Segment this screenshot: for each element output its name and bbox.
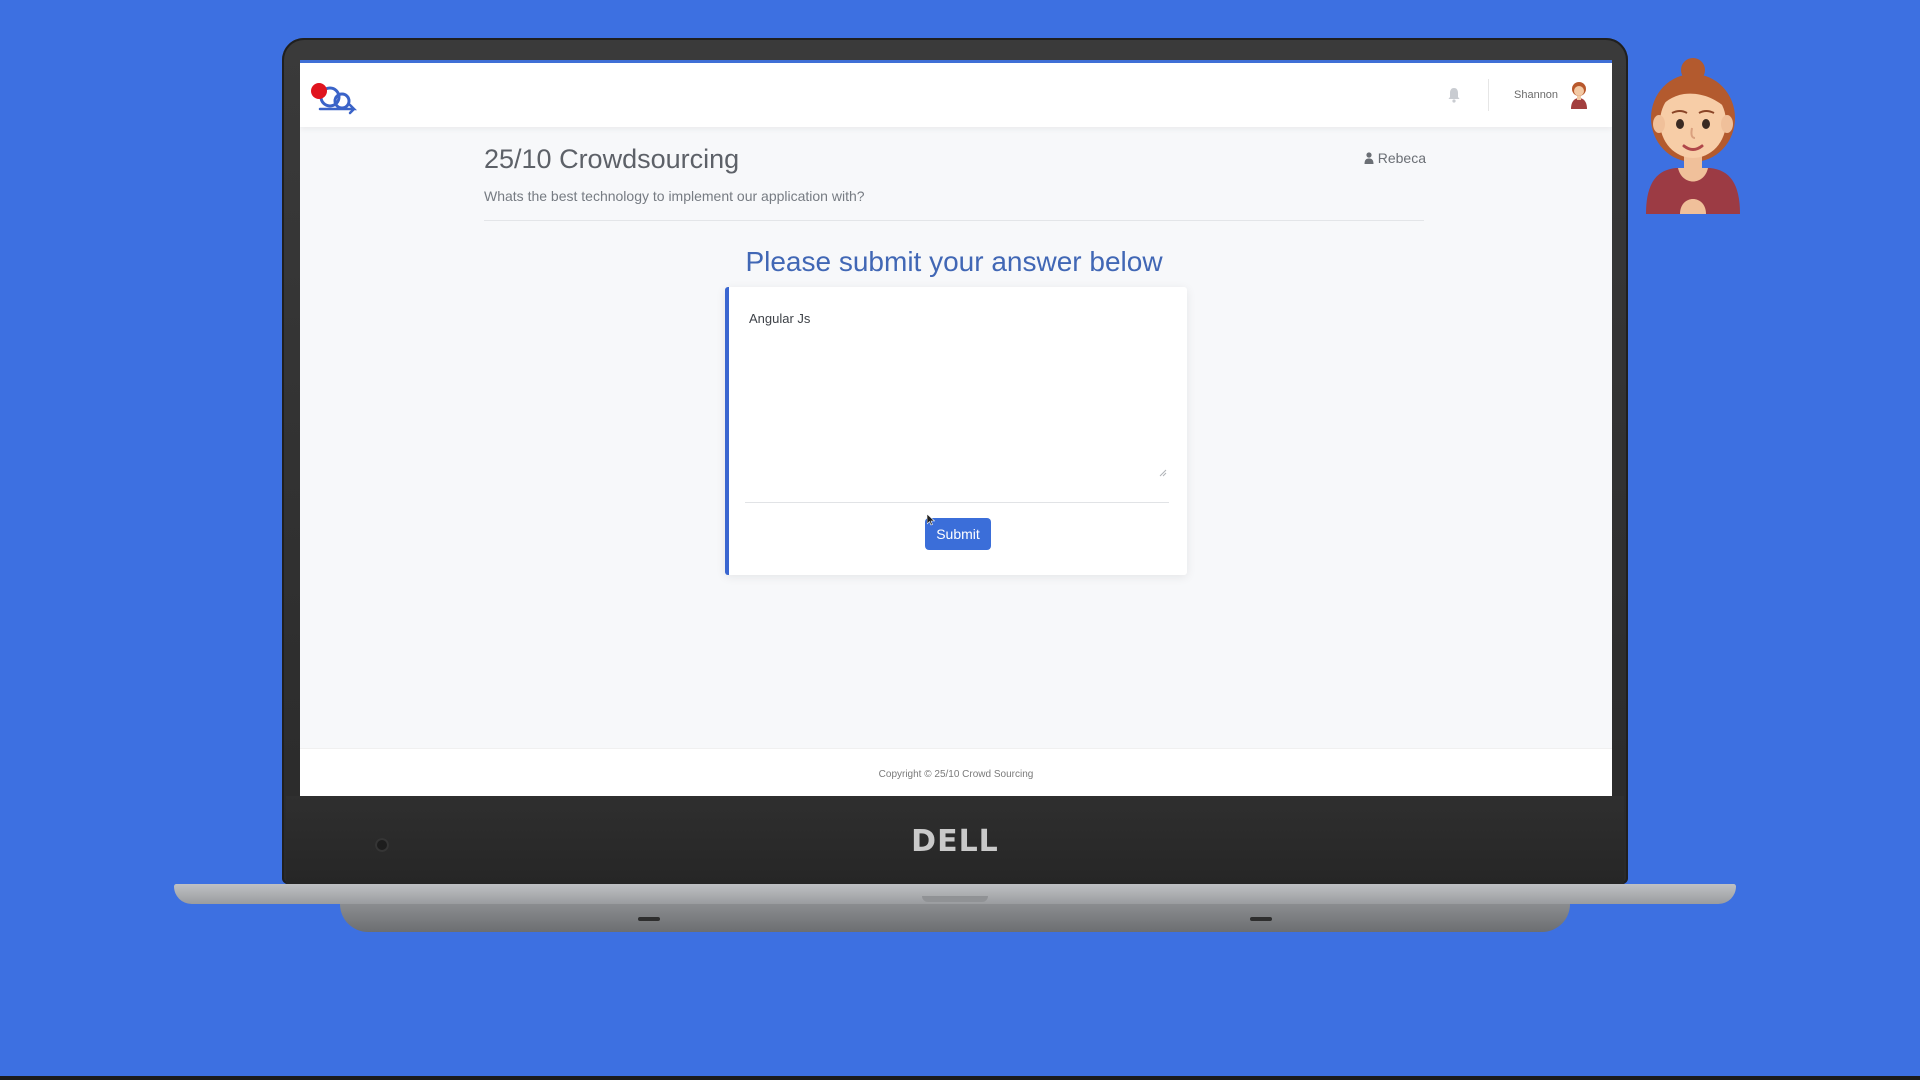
page-footer: Copyright © 25/10 Crowd Sourcing (300, 748, 1612, 796)
webcam-icon (375, 838, 389, 852)
presentation-stage: DELL Shannon 25/10 Crowdsourcing Whats t… (0, 0, 1920, 1080)
top-navbar: Shannon (300, 60, 1612, 127)
laptop-screen: Shannon 25/10 Crowdsourcing Whats the be… (300, 60, 1612, 796)
bell-icon[interactable] (1446, 87, 1462, 103)
page-subtitle: Whats the best technology to implement o… (484, 188, 865, 204)
author-label: Rebeca (1364, 150, 1426, 166)
navbar-divider (1488, 79, 1489, 111)
crowd-logo-icon[interactable] (310, 79, 358, 115)
laptop-foot (638, 917, 660, 921)
laptop-base-underside (340, 904, 1570, 932)
presenter-cartoon-illustration (1646, 58, 1740, 214)
user-name[interactable]: Shannon (1514, 89, 1558, 101)
page-title: 25/10 Crowdsourcing (484, 144, 740, 174)
resize-grip-icon[interactable] (1159, 469, 1167, 477)
card-divider (745, 502, 1169, 503)
copyright-text: Copyright © 25/10 Crowd Sourcing (878, 769, 1034, 780)
laptop-foot (1250, 917, 1272, 921)
content-divider (484, 220, 1424, 221)
laptop-brand-logo: DELL (911, 824, 999, 859)
answer-card: Angular Js Submit (725, 287, 1187, 575)
answer-textarea[interactable]: Angular Js (749, 307, 1169, 481)
author-name: Rebeca (1377, 150, 1426, 166)
answer-prompt: Please submit your answer below (745, 246, 1163, 277)
mouse-cursor-icon (927, 514, 935, 526)
person-icon (1364, 152, 1374, 164)
bottom-edge (0, 1076, 1920, 1080)
laptop-notch (922, 896, 988, 902)
user-avatar-icon[interactable] (1568, 81, 1590, 109)
